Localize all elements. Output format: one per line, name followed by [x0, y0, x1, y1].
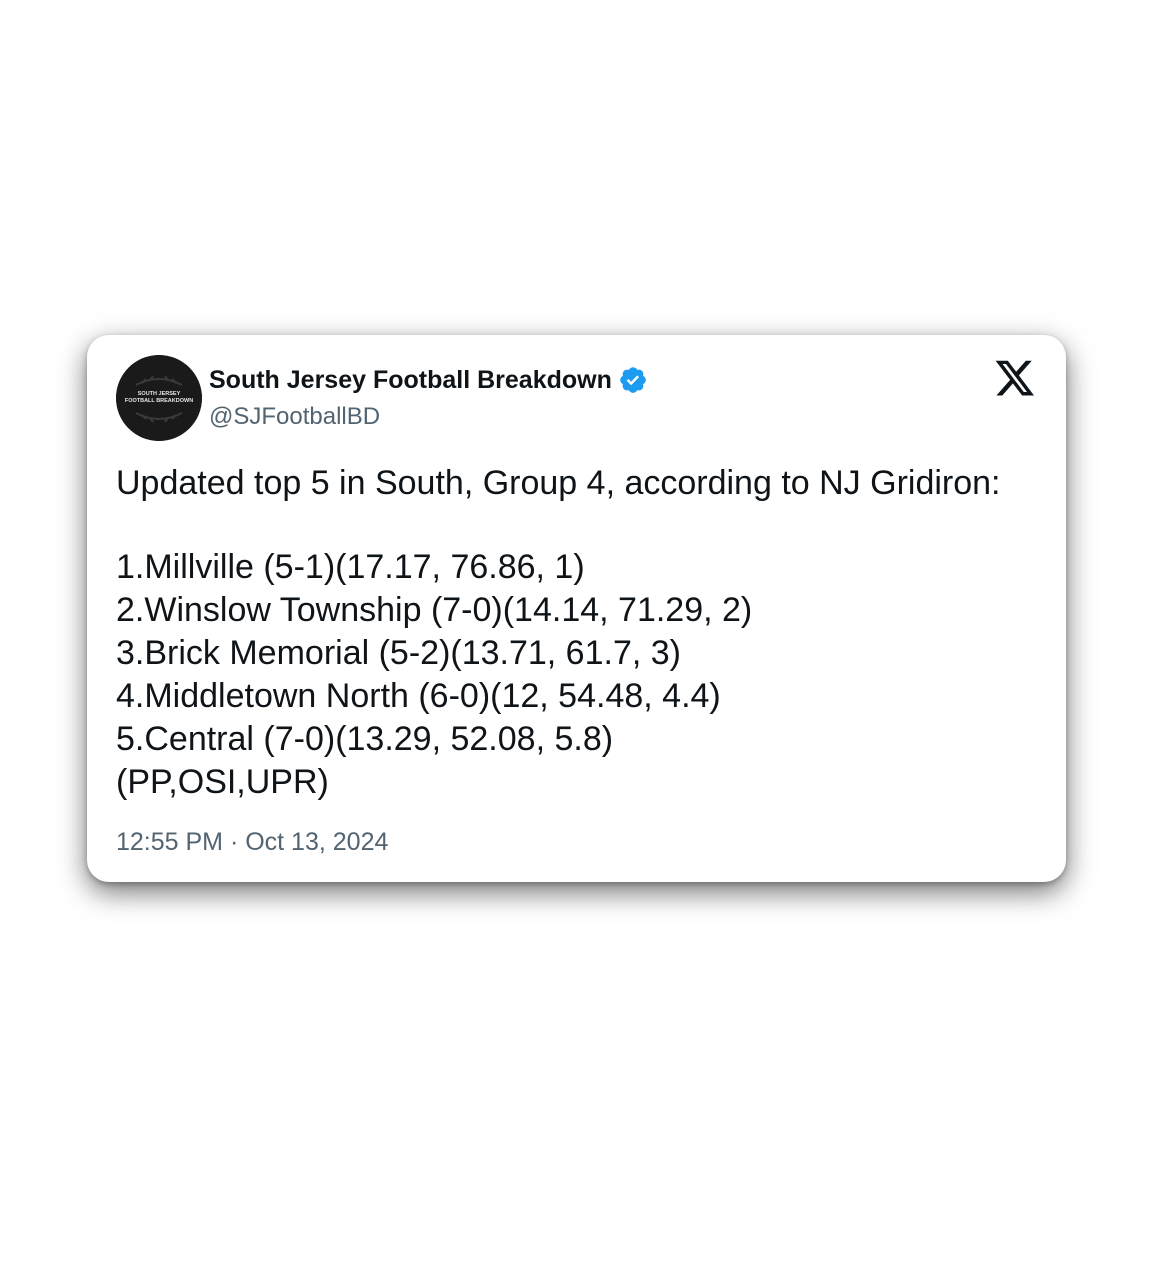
ranking-item: 3.Brick Memorial (5-2)(13.71, 61.7, 3) — [116, 634, 681, 672]
author-handle[interactable]: @SJFootballBD — [209, 403, 380, 431]
avatar-text-line2: FOOTBALL BREAKDOWN — [125, 398, 193, 404]
ranking-item: 4.Middletown North (6-0)(12, 54.48, 4.4) — [116, 677, 721, 715]
ranking-item: 1.Millville (5-1)(17.17, 76.86, 1) — [116, 548, 585, 586]
author-name-row: South Jersey Football Breakdown — [209, 363, 648, 397]
avatar-text-line1: SOUTH JERSEY — [138, 391, 181, 397]
tweet-text: Updated top 5 in South, Group 4, accordi… — [116, 462, 1046, 804]
football-logo-icon: SOUTH JERSEY FOOTBALL BREAKDOWN — [116, 355, 202, 441]
author-display-name[interactable]: South Jersey Football Breakdown — [209, 366, 612, 395]
ranking-item: 2.Winslow Township (7-0)(14.14, 71.29, 2… — [116, 591, 753, 629]
ranking-item: 5.Central (7-0)(13.29, 52.08, 5.8) — [116, 720, 614, 758]
verified-badge-icon — [618, 365, 648, 395]
tweet-timestamp[interactable]: 12:55 PM · Oct 13, 2024 — [116, 828, 388, 857]
x-logo-icon[interactable] — [994, 359, 1036, 399]
tweet-card[interactable]: SOUTH JERSEY FOOTBALL BREAKDOWN South Je… — [87, 335, 1066, 882]
avatar[interactable]: SOUTH JERSEY FOOTBALL BREAKDOWN — [116, 355, 202, 441]
ranking-legend: (PP,OSI,UPR) — [116, 763, 329, 801]
tweet-intro: Updated top 5 in South, Group 4, accordi… — [116, 464, 1001, 502]
